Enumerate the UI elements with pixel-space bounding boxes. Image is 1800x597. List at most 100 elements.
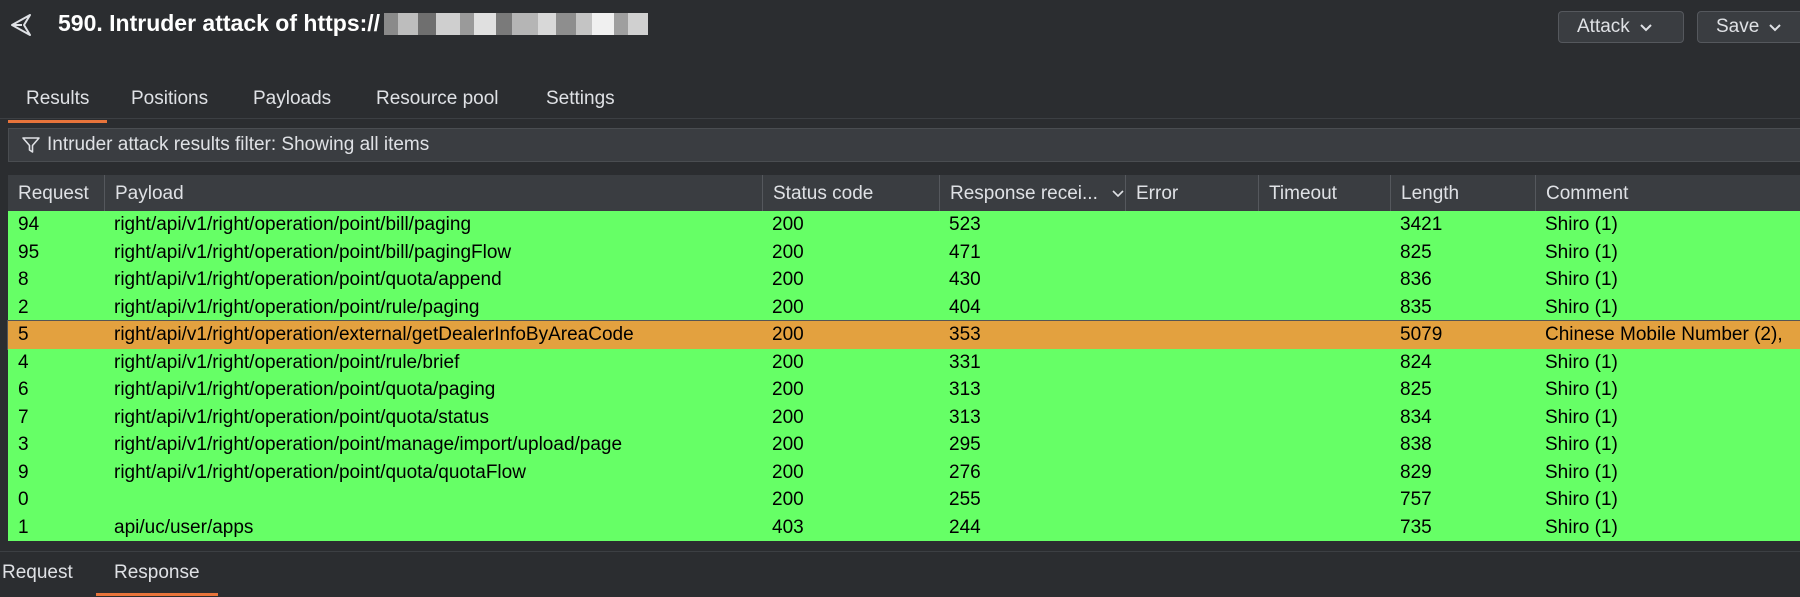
tab-bar: Results Positions Payloads Resource pool… [0, 78, 1800, 123]
table-row[interactable]: 1 api/uc/user/apps 403 244 735 Shiro (1) [8, 513, 1800, 542]
table-row[interactable]: 0 200 255 757 Shiro (1) [8, 486, 1800, 514]
cell-comment: Shiro (1) [1545, 241, 1618, 263]
results-table: Request Payload Status code Response rec… [7, 175, 1800, 547]
column-header-length[interactable]: Length [1390, 175, 1535, 211]
cell-length: 836 [1400, 269, 1432, 290]
cell-request: 4 [18, 351, 29, 373]
bottom-tab-bar: Request Response [0, 551, 1800, 596]
table-row[interactable]: 4 right/api/v1/right/operation/point/rule… [8, 348, 1800, 376]
cell-length: 735 [1400, 516, 1432, 538]
cell-status: 200 [772, 379, 804, 400]
cell-length: 825 [1400, 241, 1432, 263]
cell-error [1125, 211, 1258, 239]
cell-error [1125, 266, 1258, 294]
cell-comment: Shiro (1) [1545, 434, 1618, 455]
cell-comment: Shiro (1) [1545, 296, 1618, 318]
cell-length: 824 [1400, 351, 1432, 373]
column-header-payload[interactable]: Payload [104, 175, 762, 211]
cell-response: 295 [949, 434, 981, 455]
window-title: 590. Intruder attack of https:// [58, 10, 649, 37]
cell-payload: right/api/v1/right/operation/point/quota… [114, 269, 502, 290]
save-button[interactable]: Save [1697, 11, 1800, 43]
column-header-comment[interactable]: Comment [1535, 175, 1800, 211]
cell-status: 200 [772, 241, 804, 263]
table-row[interactable]: 7 right/api/v1/right/operation/point/quot… [8, 403, 1800, 432]
chevron-down-icon [1769, 24, 1782, 32]
cell-status: 200 [772, 489, 804, 510]
cell-error [1125, 514, 1258, 542]
column-header-timeout[interactable]: Timeout [1258, 175, 1390, 211]
chevron-down-icon [1640, 24, 1652, 32]
table-row[interactable]: 2 right/api/v1/right/operation/point/rule… [8, 293, 1800, 322]
filter-text: Intruder attack results filter: Showing … [47, 134, 430, 155]
cell-length: 757 [1400, 489, 1432, 510]
tab-resource-pool[interactable]: Resource pool [376, 88, 499, 110]
table-row[interactable]: 94 right/api/v1/right/operation/point/bil… [8, 211, 1800, 239]
column-header-status-code[interactable]: Status code [762, 175, 939, 211]
cell-error [1125, 239, 1258, 267]
cell-response: 430 [949, 269, 981, 290]
cell-payload: right/api/v1/right/operation/point/bill/… [114, 214, 472, 235]
cell-request: 0 [18, 489, 29, 510]
cell-length: 3421 [1400, 214, 1443, 235]
cell-payload: right/api/v1/right/operation/point/quota… [114, 379, 496, 400]
back-arrow-icon[interactable] [8, 12, 34, 38]
tab-results[interactable]: Results [7, 88, 108, 123]
cell-payload [104, 486, 762, 514]
title-bar: 590. Intruder attack of https:// Attack … [0, 0, 1800, 56]
column-header-request[interactable]: Request [8, 175, 104, 211]
column-header-response-received[interactable]: Response recei... [939, 175, 1125, 211]
table-row[interactable]: 5 right/api/v1/right/operation/external/g… [7, 320, 1800, 350]
cell-comment: Shiro (1) [1545, 406, 1618, 428]
cell-error [1125, 294, 1258, 322]
cell-payload: api/uc/user/apps [114, 516, 254, 538]
cell-timeout [1258, 404, 1390, 432]
cell-status: 200 [772, 434, 804, 455]
cell-payload: right/api/v1/right/operation/point/rule/… [114, 351, 460, 373]
cell-timeout [1258, 514, 1390, 542]
cell-request: 3 [18, 434, 29, 455]
table-row[interactable]: 3 right/api/v1/right/operation/point/mana… [8, 431, 1800, 459]
cell-comment: Chinese Mobile Number (2), [1545, 324, 1783, 345]
cell-request: 2 [18, 296, 29, 318]
tab-response[interactable]: Response [96, 562, 218, 596]
table-row[interactable]: 95 right/api/v1/right/operation/point/bil… [8, 238, 1800, 267]
cell-error [1125, 404, 1258, 432]
cell-request: 6 [18, 379, 29, 400]
cell-error [1125, 459, 1258, 487]
cell-response: 313 [949, 406, 981, 428]
cell-timeout [1258, 459, 1390, 487]
cell-status: 200 [772, 406, 804, 428]
cell-timeout [1258, 266, 1390, 294]
cell-response: 331 [949, 351, 981, 373]
cell-status: 200 [772, 269, 804, 290]
cell-timeout [1258, 376, 1390, 404]
tab-positions[interactable]: Positions [131, 88, 208, 110]
cell-response: 244 [949, 516, 981, 538]
cell-status: 200 [772, 324, 804, 345]
column-header-error[interactable]: Error [1125, 175, 1258, 211]
cell-request: 5 [18, 324, 29, 345]
cell-response: 276 [949, 461, 981, 483]
tab-settings[interactable]: Settings [546, 88, 615, 110]
cell-length: 829 [1400, 461, 1432, 483]
save-button-label: Save [1716, 16, 1760, 37]
attack-button[interactable]: Attack [1558, 11, 1684, 43]
table-row[interactable]: 8 right/api/v1/right/operation/point/quot… [8, 266, 1800, 294]
tab-payloads[interactable]: Payloads [253, 88, 331, 110]
tab-request[interactable]: Request [2, 562, 73, 584]
cell-payload: right/api/v1/right/operation/point/manag… [114, 434, 623, 455]
cell-response: 313 [949, 379, 981, 400]
results-filter-bar[interactable]: Intruder attack results filter: Showing … [8, 128, 1800, 162]
funnel-icon [22, 137, 40, 153]
table-row[interactable]: 9 right/api/v1/right/operation/point/quot… [8, 458, 1800, 487]
cell-request: 1 [18, 516, 29, 538]
attack-button-label: Attack [1577, 16, 1630, 37]
cell-comment: Shiro (1) [1545, 516, 1618, 538]
cell-payload: right/api/v1/right/operation/point/rule/… [114, 296, 480, 318]
cell-timeout [1258, 211, 1390, 239]
redacted-url [384, 11, 649, 37]
cell-comment: Shiro (1) [1545, 489, 1618, 510]
cell-payload: right/api/v1/right/operation/point/quota… [114, 461, 526, 483]
table-row[interactable]: 6 right/api/v1/right/operation/point/quot… [8, 376, 1800, 404]
